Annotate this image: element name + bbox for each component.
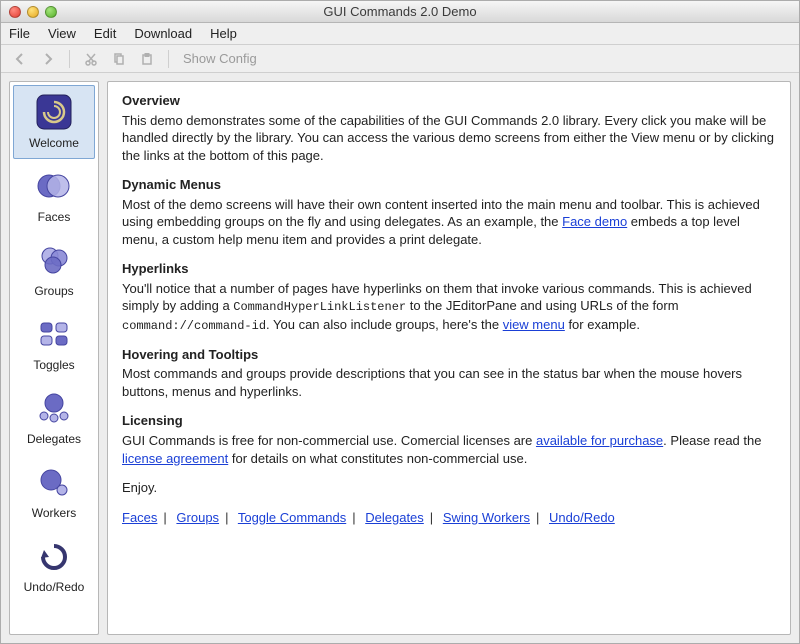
overview-text: This demo demonstrates some of the capab…: [122, 112, 776, 165]
faces-icon: [34, 166, 74, 206]
menu-edit[interactable]: Edit: [94, 26, 116, 41]
view-menu-link[interactable]: view menu: [503, 317, 565, 332]
license-agreement-link[interactable]: license agreement: [122, 451, 228, 466]
dynamic-menus-text: Most of the demo screens will have their…: [122, 196, 776, 249]
text-fragment: to the JEditorPane and using URLs of the…: [406, 298, 678, 313]
sidebar-item-undo-redo[interactable]: Undo/Redo: [13, 529, 95, 603]
bottom-links: Faces | Groups | Toggle Commands | Delegate…: [122, 509, 776, 527]
undo-redo-icon: [34, 536, 74, 576]
toggle-commands-link[interactable]: Toggle Commands: [238, 510, 346, 525]
link-separator: |: [536, 510, 539, 525]
delegates-icon: [34, 388, 74, 428]
link-separator: |: [225, 510, 228, 525]
titlebar: GUI Commands 2.0 Demo: [1, 1, 799, 23]
toolbar: Show Config: [1, 45, 799, 73]
toolbar-separator: [168, 50, 169, 68]
hovering-text: Most commands and groups provide descrip…: [122, 365, 776, 400]
text-fragment: for example.: [565, 317, 640, 332]
sidebar-item-label: Toggles: [33, 358, 74, 372]
copy-button[interactable]: [108, 48, 130, 70]
groups-icon: [34, 240, 74, 280]
hovering-heading: Hovering and Tooltips: [122, 346, 776, 364]
text-fragment: GUI Commands is free for non-commercial …: [122, 433, 536, 448]
sidebar-item-label: Faces: [38, 210, 71, 224]
code-listener: CommandHyperLinkListener: [233, 300, 406, 314]
sidebar-item-workers[interactable]: Workers: [13, 455, 95, 529]
toggles-icon: [34, 314, 74, 354]
faces-link[interactable]: Faces: [122, 510, 157, 525]
link-separator: |: [163, 510, 166, 525]
undo-redo-link[interactable]: Undo/Redo: [549, 510, 615, 525]
face-demo-link[interactable]: Face demo: [562, 214, 627, 229]
back-button[interactable]: [9, 48, 31, 70]
menu-help[interactable]: Help: [210, 26, 237, 41]
app-window: GUI Commands 2.0 Demo File View Edit Dow…: [0, 0, 800, 644]
groups-link[interactable]: Groups: [176, 510, 219, 525]
enjoy-text: Enjoy.: [122, 479, 776, 497]
welcome-icon: [34, 92, 74, 132]
sidebar-item-welcome[interactable]: Welcome: [13, 85, 95, 159]
delegates-link[interactable]: Delegates: [365, 510, 424, 525]
sidebar-item-groups[interactable]: Groups: [13, 233, 95, 307]
paste-button[interactable]: [136, 48, 158, 70]
purchase-link[interactable]: available for purchase: [536, 433, 663, 448]
menu-download[interactable]: Download: [134, 26, 192, 41]
window-title: GUI Commands 2.0 Demo: [1, 4, 799, 19]
sidebar: Welcome Faces: [9, 81, 99, 635]
toolbar-separator: [69, 50, 70, 68]
content-panel: Overview This demo demonstrates some of …: [107, 81, 791, 635]
menu-file[interactable]: File: [9, 26, 30, 41]
body: Welcome Faces: [1, 73, 799, 643]
code-command-url: command://command-id: [122, 319, 266, 333]
sidebar-item-label: Workers: [32, 506, 76, 520]
sidebar-item-toggles[interactable]: Toggles: [13, 307, 95, 381]
licensing-heading: Licensing: [122, 412, 776, 430]
workers-icon: [34, 462, 74, 502]
link-separator: |: [430, 510, 433, 525]
cut-button[interactable]: [80, 48, 102, 70]
forward-button[interactable]: [37, 48, 59, 70]
text-fragment: . You can also include groups, here's th…: [266, 317, 503, 332]
hyperlinks-text: You'll notice that a number of pages hav…: [122, 280, 776, 334]
sidebar-item-delegates[interactable]: Delegates: [13, 381, 95, 455]
swing-workers-link[interactable]: Swing Workers: [443, 510, 530, 525]
sidebar-item-label: Groups: [34, 284, 73, 298]
licensing-text: GUI Commands is free for non-commercial …: [122, 432, 776, 467]
menu-view[interactable]: View: [48, 26, 76, 41]
sidebar-item-faces[interactable]: Faces: [13, 159, 95, 233]
text-fragment: . Please read the: [663, 433, 761, 448]
sidebar-item-label: Welcome: [29, 136, 79, 150]
dynamic-menus-heading: Dynamic Menus: [122, 176, 776, 194]
hyperlinks-heading: Hyperlinks: [122, 260, 776, 278]
sidebar-item-label: Delegates: [27, 432, 81, 446]
overview-heading: Overview: [122, 92, 776, 110]
sidebar-item-label: Undo/Redo: [24, 580, 85, 594]
menubar: File View Edit Download Help: [1, 23, 799, 45]
text-fragment: for details on what constitutes non-comm…: [228, 451, 527, 466]
link-separator: |: [352, 510, 355, 525]
show-config-button[interactable]: Show Config: [183, 51, 257, 66]
